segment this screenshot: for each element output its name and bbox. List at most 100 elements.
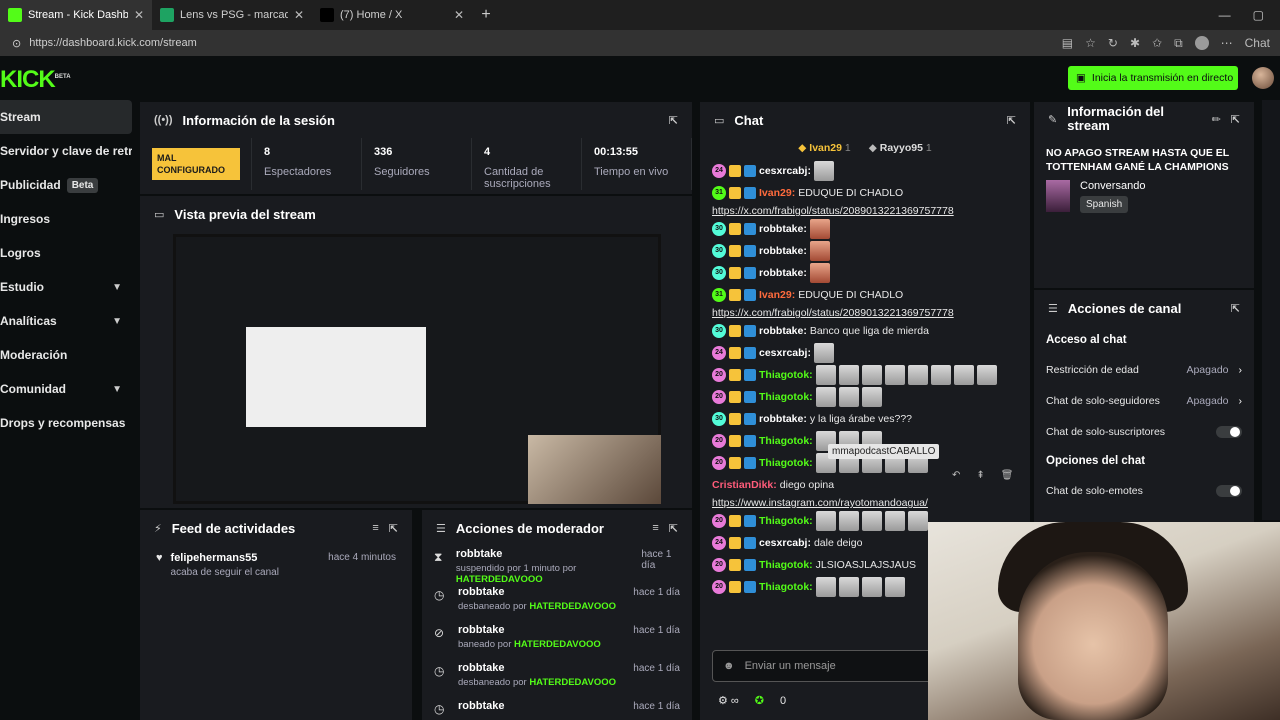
emote-picker-icon[interactable]: ☻: [723, 660, 735, 672]
new-tab-button[interactable]: +: [472, 6, 500, 24]
go-live-button[interactable]: ▣ Inicia la transmisión en directo: [1068, 66, 1238, 90]
sidebar-item[interactable]: Stream: [0, 100, 132, 134]
sidebar-item[interactable]: Comunidad ▼: [0, 372, 132, 406]
chat-emote[interactable]: [838, 387, 859, 407]
tab-close-icon[interactable]: ✕: [454, 8, 464, 22]
chat-emote[interactable]: [838, 365, 859, 385]
more-icon[interactable]: ⋯: [1221, 36, 1233, 50]
sidebar-item[interactable]: Drops y recompensas: [0, 406, 132, 440]
mod-target-user[interactable]: robbtake: [458, 700, 504, 712]
chevron-right-icon[interactable]: ›: [1239, 395, 1243, 407]
chat-emote[interactable]: [884, 511, 905, 531]
chat-emote[interactable]: [815, 387, 836, 407]
stream-preview-video[interactable]: [173, 234, 661, 504]
chat-username[interactable]: robbtake:: [759, 218, 807, 240]
popout-icon[interactable]: ⇱: [1231, 113, 1240, 126]
chat-emote[interactable]: [884, 365, 905, 385]
favorite-icon[interactable]: ☆: [1085, 36, 1096, 50]
chat-emote[interactable]: [953, 365, 974, 385]
site-info-icon[interactable]: ⊙: [12, 37, 21, 50]
copilot-chat-button[interactable]: Chat: [1245, 36, 1270, 50]
chat-emote[interactable]: [861, 511, 882, 531]
chat-input[interactable]: ☻ Enviar un mensaje: [712, 650, 952, 682]
extensions-icon[interactable]: ✱: [1130, 36, 1140, 50]
chat-emote[interactable]: [838, 577, 859, 597]
sidebar-item[interactable]: Moderación: [0, 338, 132, 372]
chat-username[interactable]: cesxrcabj:: [759, 342, 811, 364]
filter-icon[interactable]: ≡: [372, 522, 378, 534]
chevron-right-icon[interactable]: ›: [1239, 364, 1243, 376]
popout-icon[interactable]: ⇱: [669, 522, 678, 535]
channel-option[interactable]: Restricción de edad Apagado ›: [1034, 354, 1254, 385]
chat-link[interactable]: https://www.instagram.com/rayotomandoagu…: [712, 496, 1024, 510]
chat-emote[interactable]: [809, 263, 830, 283]
chat-username[interactable]: robbtake:: [759, 240, 807, 262]
filter-icon[interactable]: ≡: [652, 522, 658, 534]
chat-username[interactable]: cesxrcabj:: [759, 532, 811, 554]
mod-target-user[interactable]: robbtake: [456, 548, 629, 560]
sidebar-item[interactable]: Logros: [0, 236, 132, 270]
kick-logo[interactable]: KICKBETA: [0, 66, 71, 94]
favorites-icon[interactable]: ✩: [1152, 36, 1162, 50]
feed-user[interactable]: felipehermans55: [171, 552, 279, 564]
sidebar-item[interactable]: Analíticas ▼: [0, 304, 132, 338]
misconfigured-badge[interactable]: MAL CONFIGURADO: [152, 148, 240, 180]
chat-emote[interactable]: [907, 365, 928, 385]
chat-emote[interactable]: [815, 577, 836, 597]
category-name[interactable]: Conversando: [1080, 180, 1145, 192]
sidebar-item[interactable]: Publicidad Beta: [0, 168, 132, 202]
chat-link[interactable]: https://x.com/frabigol/status/2089013221…: [712, 306, 1024, 320]
collections-icon[interactable]: ⧉: [1174, 36, 1183, 51]
chat-emote[interactable]: [809, 219, 830, 239]
chat-username[interactable]: Thiagotok:: [759, 430, 813, 452]
chat-username[interactable]: Thiagotok:: [759, 452, 813, 474]
popout-icon[interactable]: ⇱: [389, 522, 398, 535]
top-gifter[interactable]: ◆ Rayyo95 1: [869, 142, 932, 154]
chat-link[interactable]: https://x.com/frabigol/status/2089013221…: [712, 204, 1024, 218]
toggle-switch[interactable]: [1216, 425, 1242, 438]
chat-username[interactable]: Thiagotok:: [759, 510, 813, 532]
chat-emote[interactable]: [815, 511, 836, 531]
delete-icon[interactable]: 🗑: [1001, 470, 1014, 481]
chat-emote[interactable]: [861, 365, 882, 385]
popout-icon[interactable]: ⇱: [1231, 302, 1240, 315]
minimize-icon[interactable]: —: [1219, 8, 1231, 22]
chevron-down-icon[interactable]: ▼: [112, 384, 122, 395]
chevron-down-icon[interactable]: ▼: [112, 316, 122, 327]
edit-icon[interactable]: ✏: [1212, 113, 1221, 126]
chat-username[interactable]: CristianDikk:: [712, 474, 777, 496]
chat-username[interactable]: Thiagotok:: [759, 364, 813, 386]
chevron-down-icon[interactable]: ▼: [112, 282, 122, 293]
chat-emote[interactable]: [813, 343, 834, 363]
top-gifter[interactable]: ◆ Ivan29 1: [798, 142, 850, 154]
chat-emote[interactable]: [813, 161, 834, 181]
chat-emote[interactable]: [907, 511, 928, 531]
profile-icon[interactable]: [1194, 36, 1209, 50]
chat-username[interactable]: Thiagotok:: [759, 576, 813, 598]
sidebar-item[interactable]: Ingresos: [0, 202, 132, 236]
popout-icon[interactable]: ⇱: [1007, 114, 1016, 127]
browser-tab[interactable]: Lens vs PSG - marcador en vivo, alineaci…: [152, 0, 312, 30]
chat-username[interactable]: Thiagotok:: [759, 386, 813, 408]
chat-emote[interactable]: [861, 577, 882, 597]
chat-emote[interactable]: [809, 241, 830, 261]
mod-actor[interactable]: HATERDEDAVOOO: [529, 601, 616, 612]
chat-emote[interactable]: [861, 387, 882, 407]
url-box[interactable]: ⊙ https://dashboard.kick.com/stream: [12, 37, 197, 50]
browser-tab[interactable]: Stream - Kick Dashboard ✕: [0, 0, 152, 30]
browser-tab[interactable]: (7) Home / X ✕: [312, 0, 472, 30]
chat-emote[interactable]: [815, 365, 836, 385]
refresh-icon[interactable]: ↻: [1108, 36, 1118, 50]
reply-icon[interactable]: ↶: [952, 470, 960, 481]
chat-username[interactable]: robbtake:: [759, 408, 807, 430]
category-thumbnail[interactable]: [1046, 180, 1070, 212]
toggle-switch[interactable]: [1216, 484, 1242, 497]
chat-username[interactable]: Ivan29:: [759, 284, 795, 306]
url-text[interactable]: https://dashboard.kick.com/stream: [29, 37, 197, 49]
user-avatar[interactable]: [1252, 67, 1274, 89]
mod-actor[interactable]: HATERDEDAVOOO: [529, 677, 616, 688]
points-icon[interactable]: ✪: [755, 694, 764, 707]
maximize-icon[interactable]: ▢: [1253, 8, 1264, 22]
tab-close-icon[interactable]: ✕: [294, 8, 304, 22]
tab-close-icon[interactable]: ✕: [134, 8, 144, 22]
